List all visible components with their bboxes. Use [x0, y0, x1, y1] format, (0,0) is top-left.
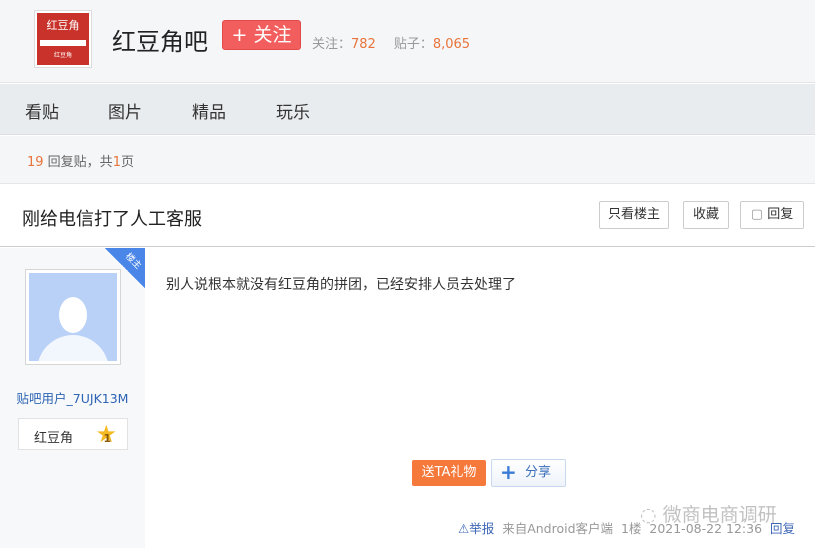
- author-panel: 贴吧用户_7UJK13M 红豆角 ★ 1: [0, 248, 145, 548]
- tab-posts[interactable]: 看贴: [25, 98, 59, 123]
- forum-stats: 关注：782 贴子：8,065: [312, 37, 471, 52]
- tab-featured[interactable]: 精品: [192, 98, 226, 123]
- tab-fun[interactable]: 玩乐: [276, 98, 310, 123]
- only-op-button[interactable]: 只看楼主: [599, 201, 669, 229]
- forum-header: 红豆角 红豆角 红豆角吧 + 关注 关注：782 贴子：8,065: [0, 0, 815, 83]
- plus-icon: +: [500, 460, 517, 484]
- forum-name[interactable]: 红豆角吧: [112, 22, 208, 57]
- star-level-icon: ★ 1: [95, 420, 117, 448]
- send-gift-button[interactable]: 送TA礼物: [412, 460, 486, 486]
- page-info: 19 回复贴，共1页: [0, 136, 815, 184]
- tab-images[interactable]: 图片: [108, 98, 142, 123]
- favorite-button[interactable]: 收藏: [683, 201, 729, 229]
- comment-icon: ▢: [750, 207, 764, 222]
- op-corner-tag: 楼主: [105, 248, 145, 288]
- share-button[interactable]: + 分享: [491, 459, 566, 487]
- member-badge[interactable]: 红豆角 ★ 1: [18, 418, 128, 450]
- username-link[interactable]: 贴吧用户_7UJK13M: [0, 388, 145, 407]
- reply-button[interactable]: ▢ 回复: [740, 201, 804, 229]
- post-content: 别人说根本就没有红豆角的拼团，已经安排人员去处理了: [166, 277, 516, 293]
- warning-icon: ⚠: [458, 521, 470, 536]
- follow-button[interactable]: + 关注: [222, 20, 301, 50]
- post-footer: ⚠举报 来自Android客户端 1楼 2021-08-22 12:36 回复: [458, 521, 795, 536]
- forum-nav: 看贴 图片 精品 玩乐: [0, 84, 815, 135]
- post-reply-link[interactable]: 回复: [770, 521, 795, 536]
- forum-logo[interactable]: 红豆角 红豆角: [35, 11, 91, 67]
- report-link[interactable]: ⚠举报: [458, 521, 494, 536]
- thread-title: 刚给电信打了人工客服: [22, 209, 202, 230]
- thread-title-bar: 刚给电信打了人工客服 只看楼主 收藏 ▢ 回复: [0, 185, 815, 247]
